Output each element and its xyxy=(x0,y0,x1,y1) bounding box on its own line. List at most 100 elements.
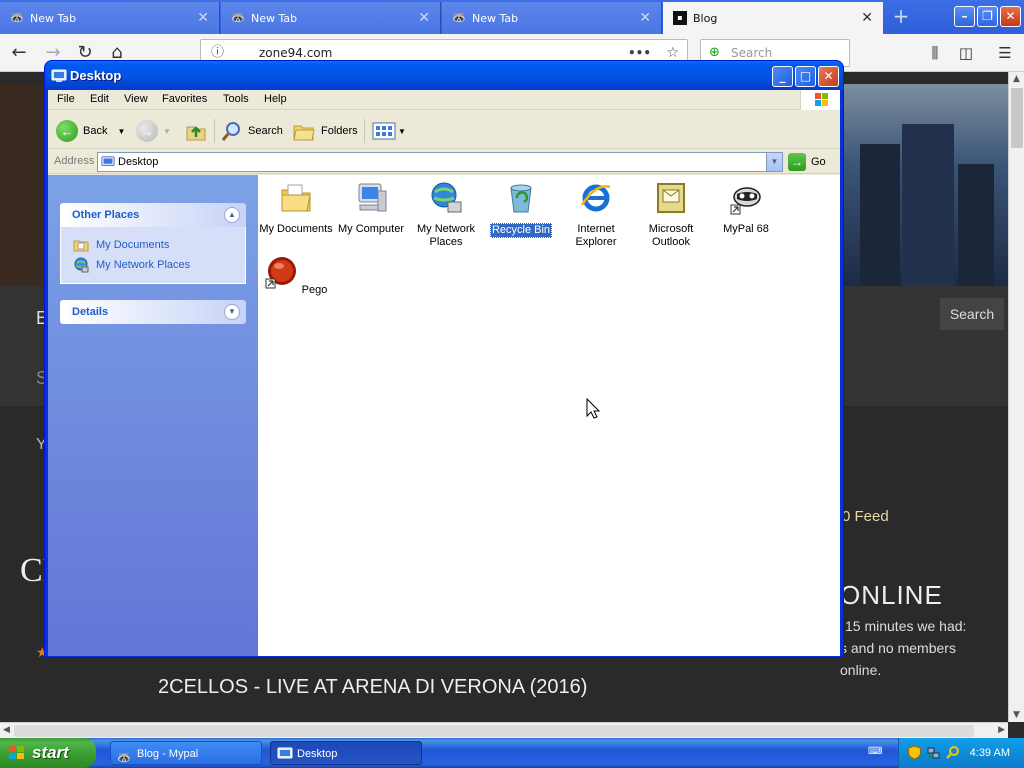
go-label: Go xyxy=(811,156,826,168)
horizontal-scrollbar[interactable]: ◀ ▶ xyxy=(0,722,1008,738)
forward-button[interactable]: → ▼ xyxy=(136,119,171,143)
clock[interactable]: 4:39 AM xyxy=(970,738,1010,768)
menu-favorites[interactable]: Favorites xyxy=(162,93,207,105)
scroll-down-icon[interactable]: ▼ xyxy=(1013,710,1020,720)
desktop-item-selected[interactable]: Recycle Bin xyxy=(483,181,559,238)
online-text: online. xyxy=(840,662,882,678)
scroll-thumb[interactable] xyxy=(1011,88,1023,148)
window-title: Desktop xyxy=(70,68,122,83)
vertical-scrollbar[interactable]: ▲ ▼ xyxy=(1008,72,1024,722)
address-dropdown-icon[interactable]: ▼ xyxy=(766,153,782,171)
desktop-item[interactable]: My Network Places xyxy=(408,181,484,249)
go-arrow-icon: → xyxy=(788,153,806,171)
other-places-title: Other Places xyxy=(72,209,140,221)
menu-file[interactable]: File xyxy=(57,93,75,105)
collapse-chevron-icon[interactable]: ▲ xyxy=(224,207,240,223)
scroll-left-icon[interactable]: ◀ xyxy=(3,725,10,735)
menu-tools[interactable]: Tools xyxy=(223,93,249,105)
desktop-icon xyxy=(101,156,115,166)
desktop-item[interactable]: Internet Explorer xyxy=(558,181,634,249)
details-header[interactable]: Details ▼ xyxy=(60,300,246,324)
views-button[interactable]: ▼ xyxy=(372,119,406,143)
desktop-item[interactable]: Microsoft Outlook xyxy=(633,181,709,249)
feed-link[interactable]: 0 Feed xyxy=(842,508,889,525)
maximize-button[interactable]: □ xyxy=(795,66,816,87)
sidebar-icon[interactable]: ◫ xyxy=(955,42,977,64)
task-label: Desktop xyxy=(297,748,338,760)
taskbar-button-desktop[interactable]: Desktop xyxy=(270,741,422,765)
network-places-icon xyxy=(74,257,89,273)
desktop-item[interactable]: Pego xyxy=(258,255,334,297)
item-label: Recycle Bin xyxy=(489,223,553,238)
system-tray: 4:39 AM xyxy=(898,738,1024,768)
back-button[interactable]: ← Back ▼ xyxy=(56,119,125,143)
file-view: My Documents My Computer My Network Plac… xyxy=(258,175,840,656)
scroll-right-icon[interactable]: ▶ xyxy=(998,725,1005,735)
tab-close-icon[interactable]: ✕ xyxy=(639,10,651,26)
item-label: MyPal 68 xyxy=(723,223,769,235)
up-folder-button[interactable] xyxy=(184,119,208,143)
start-button[interactable]: start xyxy=(0,738,96,768)
minimize-button[interactable]: _ xyxy=(772,66,793,87)
close-button[interactable]: ✕ xyxy=(818,66,839,87)
menu-help[interactable]: Help xyxy=(264,93,287,105)
toolbar-separator xyxy=(214,119,215,143)
browser-tab[interactable]: 🦝 New Tab ✕ xyxy=(442,2,662,34)
search-icon[interactable] xyxy=(945,745,960,760)
browser-close-button[interactable]: ✕ xyxy=(1000,6,1021,27)
taskbar-button-blog[interactable]: 🦝 Blog - Mypal xyxy=(110,741,262,765)
desktop-item[interactable]: My Computer xyxy=(333,181,409,236)
browser-restore-button[interactable]: ❐ xyxy=(977,6,998,27)
link-my-network-places[interactable]: My Network Places xyxy=(73,255,233,275)
chevron-down-icon[interactable]: ▼ xyxy=(117,127,125,136)
desktop-item[interactable]: My Documents xyxy=(258,181,334,236)
new-tab-button[interactable]: + xyxy=(888,4,914,30)
start-label: start xyxy=(32,743,69,762)
recycle-bin-icon xyxy=(510,184,532,213)
menu-icon[interactable]: ☰ xyxy=(994,42,1016,64)
mypal-favicon-icon: 🦝 xyxy=(452,11,466,24)
tab-close-icon[interactable]: ✕ xyxy=(861,10,873,26)
chevron-down-icon: ▼ xyxy=(163,126,171,136)
browser-tab[interactable]: 🦝 New Tab ✕ xyxy=(221,2,441,34)
menu-edit[interactable]: Edit xyxy=(90,93,109,105)
explorer-title-bar[interactable]: Desktop _ □ ✕ xyxy=(45,61,843,90)
folder-documents-icon xyxy=(281,184,311,212)
menu-view[interactable]: View xyxy=(124,93,148,105)
address-field[interactable]: Desktop ▼ xyxy=(97,152,783,172)
library-icon[interactable]: ⫼ xyxy=(924,42,946,64)
explorer-window: Desktop _ □ ✕ File Edit View Favorites T… xyxy=(44,60,844,658)
windows-logo-icon xyxy=(800,90,840,110)
link-my-documents[interactable]: My Documents xyxy=(73,235,233,255)
other-places-header[interactable]: Other Places ▲ xyxy=(60,203,246,227)
network-icon[interactable] xyxy=(926,745,941,760)
scroll-up-icon[interactable]: ▲ xyxy=(1013,74,1020,84)
go-button[interactable]: → Go xyxy=(788,152,826,172)
desktop-item[interactable]: MyPal 68 xyxy=(708,181,784,236)
folders-label: Folders xyxy=(321,125,358,137)
mouse-cursor-icon xyxy=(586,398,600,419)
item-label: Internet Explorer xyxy=(575,223,617,248)
scroll-thumb[interactable] xyxy=(14,725,974,737)
search-button[interactable]: Search xyxy=(220,119,283,143)
online-text: 15 minutes we had: xyxy=(845,618,967,634)
browser-minimize-button[interactable]: – xyxy=(954,6,975,27)
back-arrow-icon[interactable]: ← xyxy=(6,40,32,66)
standard-toolbar: ← Back ▼ → ▼ Search Folders ▼ xyxy=(48,111,840,149)
browser-tab[interactable]: 🦝 New Tab ✕ xyxy=(0,2,220,34)
computer-icon xyxy=(358,183,387,212)
tab-close-icon[interactable]: ✕ xyxy=(418,10,430,26)
browser-tab-active[interactable]: ▪ Blog ✕ xyxy=(663,2,883,34)
up-folder-icon xyxy=(186,126,206,141)
expand-chevron-icon[interactable]: ▼ xyxy=(224,304,240,320)
windows-flag-icon xyxy=(9,746,24,759)
web-search-placeholder: Search xyxy=(731,46,773,60)
item-label: Microsoft Outlook xyxy=(648,223,694,248)
folders-button[interactable]: Folders xyxy=(292,119,358,143)
security-shield-icon[interactable] xyxy=(907,745,922,760)
keyboard-layout-icon[interactable]: ⌨ xyxy=(868,746,884,760)
tab-close-icon[interactable]: ✕ xyxy=(197,10,209,26)
post-title[interactable]: 2CELLOS - LIVE AT ARENA DI VERONA (2016) xyxy=(158,676,587,699)
site-search-button[interactable]: Search xyxy=(940,298,1004,330)
item-label: My Computer xyxy=(337,223,405,235)
